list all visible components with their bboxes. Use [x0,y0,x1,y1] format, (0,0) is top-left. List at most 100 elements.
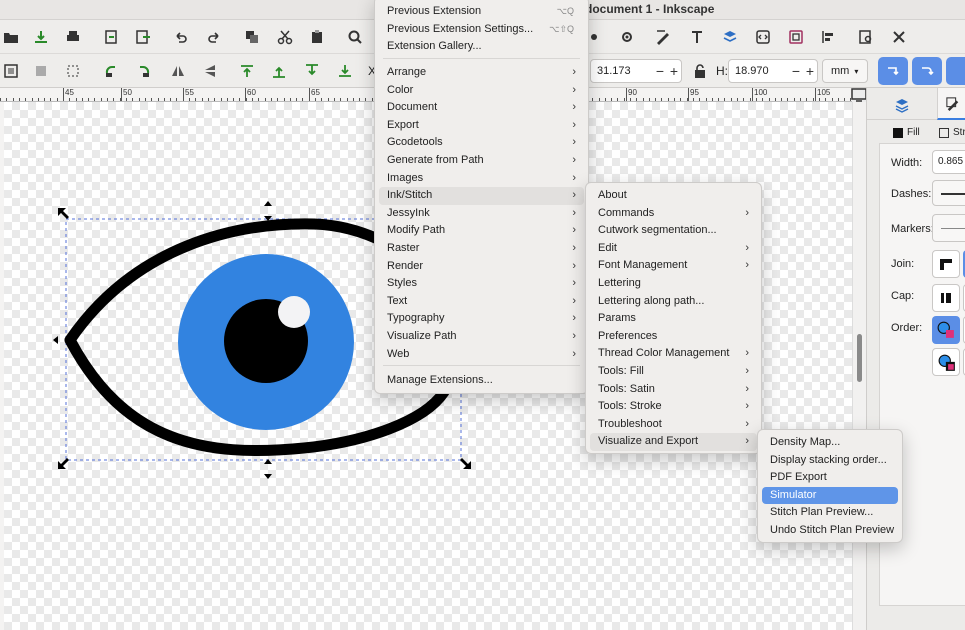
extensions-item-images[interactable]: Images › [379,170,584,188]
inkstitch-item-troubleshoot[interactable]: Troubleshoot › [590,416,757,434]
extensions-item-manage-extensions[interactable]: Manage Extensions... [379,372,584,390]
deselect-icon[interactable] [62,60,84,82]
save-icon[interactable] [30,26,52,48]
extensions-item-ink-stitch[interactable]: Ink/Stitch › [379,187,584,205]
visualize-item-undo-stitch-plan-preview[interactable]: Undo Stitch Plan Preview [762,522,898,540]
redo-icon[interactable] [203,26,225,48]
markers-select[interactable] [932,214,965,242]
fill-stroke-tab[interactable] [937,88,965,120]
find-replace-icon[interactable] [855,26,877,48]
layers-tab-icon[interactable] [891,94,913,116]
inkstitch-item-preferences[interactable]: Preferences [590,328,757,346]
snap-icon[interactable] [616,26,638,48]
inkstitch-item-font-management[interactable]: Font Management › [590,257,757,275]
inkstitch-item-tools-fill[interactable]: Tools: Fill › [590,363,757,381]
visualize-item-density-map[interactable]: Density Map... [762,434,898,452]
visualize-item-simulator[interactable]: Simulator [762,486,898,505]
rotate-cw-icon[interactable] [133,60,155,82]
ruler-tick [347,98,348,101]
extensions-item-render[interactable]: Render › [379,258,584,276]
stroke-width-field[interactable]: 0.865 [932,150,965,174]
extensions-item-gcodetools[interactable]: Gcodetools › [379,134,584,152]
extensions-item-jessyink[interactable]: JessyInk › [379,205,584,223]
order-stroke-fill-markers-button[interactable] [932,348,960,376]
visualize-item-pdf-export[interactable]: PDF Export [762,469,898,487]
inkstitch-item-thread-color-management[interactable]: Thread Color Management › [590,345,757,363]
preferences-icon[interactable] [888,26,910,48]
extensions-item-styles[interactable]: Styles › [379,275,584,293]
stroke-paint-tab-label[interactable]: Str [953,127,965,138]
raise-icon[interactable] [268,60,290,82]
inkstitch-item-about[interactable]: About [590,187,757,205]
eye-highlight[interactable] [278,296,310,328]
pen-tool-icon[interactable] [652,26,674,48]
dashes-select[interactable] [932,180,965,206]
rotate-ccw-icon[interactable] [100,60,122,82]
select-all-layers-icon[interactable] [30,60,52,82]
height-field[interactable]: 18.970 − + [728,59,818,83]
document-properties-icon[interactable] [785,26,807,48]
height-increment-button[interactable]: + [803,63,817,79]
width-decrement-button[interactable]: − [653,63,667,79]
inkstitch-item-params[interactable]: Params [590,310,757,328]
extensions-item-text[interactable]: Text › [379,293,584,311]
extensions-item-raster[interactable]: Raster › [379,240,584,258]
vertical-scrollbar[interactable] [852,102,866,630]
scale-stroke-toggle[interactable] [878,57,908,85]
inkstitch-item-tools-stroke[interactable]: Tools: Stroke › [590,398,757,416]
height-decrement-button[interactable]: − [789,63,803,79]
scrollbar-thumb[interactable] [857,334,862,382]
ruler-tick [170,98,171,101]
raise-to-top-icon[interactable] [236,60,258,82]
inkstitch-item-lettering[interactable]: Lettering [590,275,757,293]
extensions-item-typography[interactable]: Typography › [379,310,584,328]
join-miter-button[interactable] [932,250,960,278]
inkstitch-item-tools-satin[interactable]: Tools: Satin › [590,381,757,399]
select-all-icon[interactable] [0,60,22,82]
extensions-item-generate-from-path[interactable]: Generate from Path › [379,152,584,170]
open-folder-icon[interactable] [0,26,22,48]
layers-icon[interactable] [719,26,741,48]
cut-icon[interactable] [274,26,296,48]
inkstitch-item-cutwork-segmentation[interactable]: Cutwork segmentation... [590,222,757,240]
cap-butt-button[interactable] [932,284,960,312]
lower-icon[interactable] [301,60,323,82]
extensions-item-export[interactable]: Export › [379,117,584,135]
export-icon[interactable] [132,26,154,48]
extensions-item-web[interactable]: Web › [379,346,584,364]
import-icon[interactable] [100,26,122,48]
lock-icon[interactable] [689,60,711,82]
lower-to-bottom-icon[interactable] [334,60,356,82]
inkstitch-item-lettering-along-path[interactable]: Lettering along path... [590,293,757,311]
extensions-item-document[interactable]: Document › [379,99,584,117]
order-fill-stroke-markers-button[interactable] [932,316,960,344]
fill-tab-label[interactable]: Fill [907,127,920,138]
paste-icon[interactable] [306,26,328,48]
flip-horizontal-icon[interactable] [167,60,189,82]
unit-select[interactable]: mm ▾ [822,59,868,83]
inkstitch-item-visualize-and-export[interactable]: Visualize and Export › [590,433,757,451]
align-icon[interactable] [817,26,839,48]
extensions-item-color[interactable]: Color › [379,82,584,100]
duplicate-icon[interactable] [241,26,263,48]
width-field[interactable]: 31.173 − + [590,59,682,83]
extensions-item-visualize-path[interactable]: Visualize Path › [379,328,584,346]
scale-corners-toggle[interactable] [912,57,942,85]
width-increment-button[interactable]: + [667,63,681,79]
inkstitch-item-commands[interactable]: Commands › [590,205,757,223]
inkstitch-item-edit[interactable]: Edit › [590,240,757,258]
xml-editor-icon[interactable] [752,26,774,48]
undo-icon[interactable] [170,26,192,48]
extensions-item-arrange[interactable]: Arrange › [379,64,584,82]
text-tool-icon[interactable] [686,26,708,48]
extensions-item-previous-extension-settings[interactable]: Previous Extension Settings... ⌥⇧Q [379,21,584,39]
move-gradients-toggle[interactable] [946,57,965,85]
visualize-item-stitch-plan-preview[interactable]: Stitch Plan Preview... [762,504,898,522]
extensions-item-modify-path[interactable]: Modify Path › [379,222,584,240]
extensions-item-previous-extension[interactable]: Previous Extension ⌥Q [379,3,584,21]
zoom-icon[interactable] [344,26,366,48]
visualize-item-display-stacking-order[interactable]: Display stacking order... [762,452,898,470]
flip-vertical-icon[interactable] [199,60,221,82]
extensions-item-extension-gallery[interactable]: Extension Gallery... [379,38,584,56]
print-icon[interactable] [62,26,84,48]
